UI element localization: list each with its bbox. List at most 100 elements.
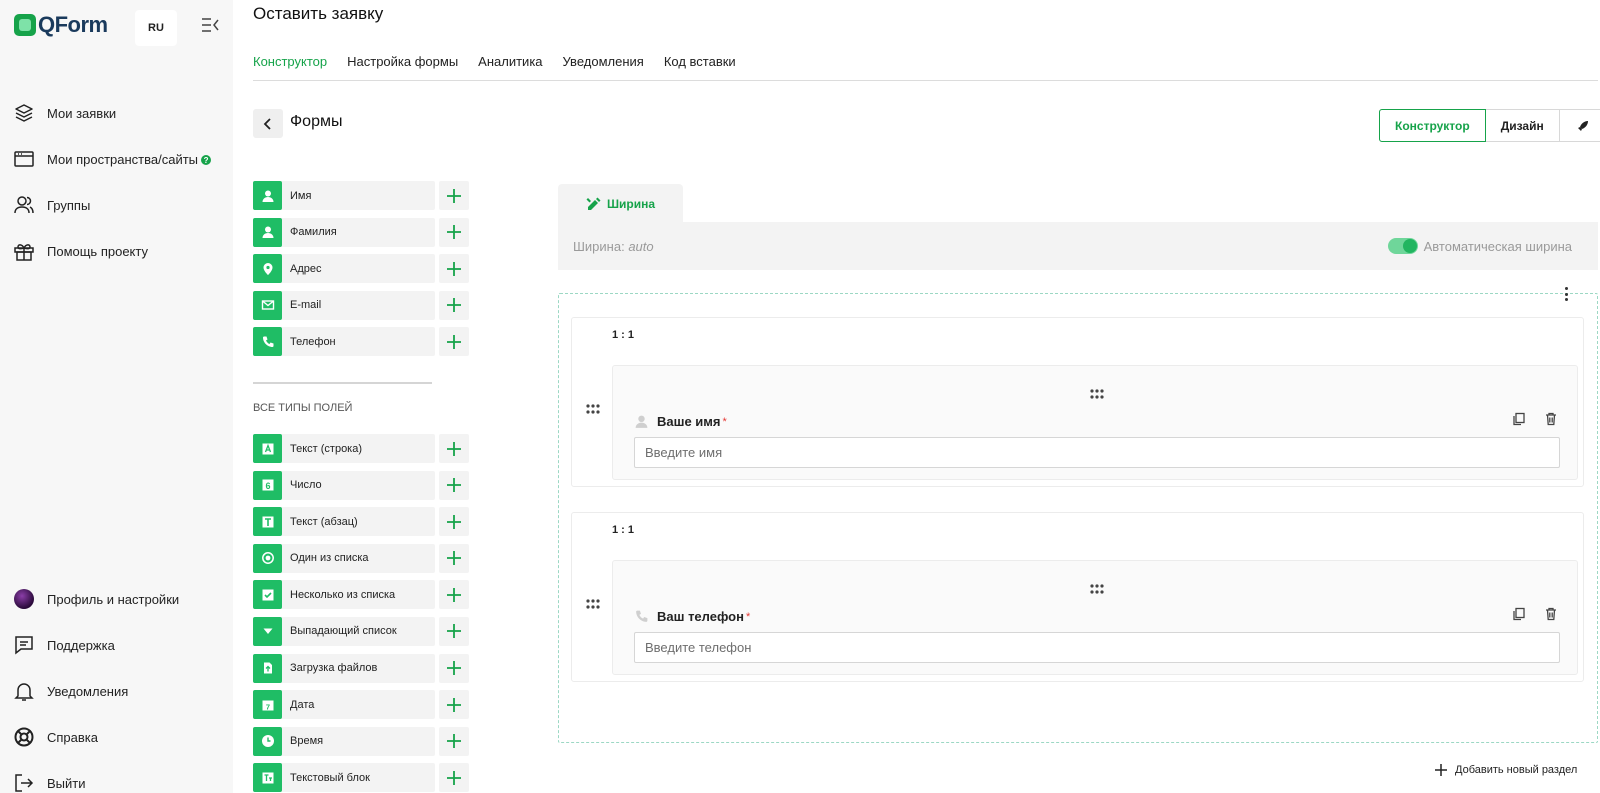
main-tabs: Конструктор Настройка формы Аналитика Ув… xyxy=(253,54,736,69)
auto-width-toggle[interactable] xyxy=(1387,238,1418,254)
palette-field-last-name[interactable]: Фамилия xyxy=(253,217,435,247)
add-section-button[interactable]: Добавить новый раздел xyxy=(1435,764,1577,776)
add-field-button[interactable] xyxy=(439,580,469,610)
trash-icon[interactable] xyxy=(1544,607,1558,621)
checkbox-icon xyxy=(253,580,282,610)
tab-analytics[interactable]: Аналитика xyxy=(478,54,542,69)
rocket-icon xyxy=(1577,120,1588,131)
width-prefix: Ширина: xyxy=(573,239,625,254)
sidebar-item-donate[interactable]: Помощь проекту xyxy=(13,228,228,274)
avatar xyxy=(14,589,34,609)
trash-icon[interactable] xyxy=(1544,412,1558,426)
collapse-sidebar-icon[interactable] xyxy=(200,15,220,35)
logo[interactable]: QForm xyxy=(14,12,108,38)
palette-field-phone[interactable]: Телефон xyxy=(253,327,435,357)
phone-input[interactable] xyxy=(634,632,1560,663)
tab-constructor[interactable]: Конструктор xyxy=(253,54,327,69)
palette-field-label: Время xyxy=(290,735,324,748)
sidebar-item-requests[interactable]: Мои заявки xyxy=(13,90,228,136)
sidebar-nav-top: Мои заявки Мои пространства/сайты? Групп… xyxy=(13,90,228,274)
field-label: Ваш телефон * xyxy=(634,609,750,624)
palette-row: E-mail xyxy=(253,290,471,320)
drag-handle-icon[interactable] xyxy=(586,401,600,419)
sidebar-item-spaces[interactable]: Мои пространства/сайты? xyxy=(13,136,228,182)
plus-icon xyxy=(447,225,461,240)
palette-field-single-choice[interactable]: Один из списка xyxy=(253,543,435,573)
palette-field-label: Телефон xyxy=(290,335,336,348)
add-field-button[interactable] xyxy=(439,470,469,500)
add-field-button[interactable] xyxy=(439,507,469,537)
number-icon: 6 xyxy=(253,470,282,500)
add-field-button[interactable] xyxy=(439,653,469,683)
drag-handle-icon[interactable] xyxy=(1090,581,1104,599)
palette-field-multiple-choice[interactable]: Несколько из списка xyxy=(253,580,435,610)
help-badge[interactable]: ? xyxy=(201,155,212,165)
field-label-text: Ваше имя xyxy=(657,414,721,429)
add-field-button[interactable] xyxy=(439,290,469,320)
tab-width[interactable]: Ширина xyxy=(558,184,683,223)
sidebar-item-profile[interactable]: Профиль и настройки xyxy=(13,576,228,622)
section-ratio[interactable]: 1 : 1 xyxy=(612,329,634,341)
palette-field-dropdown[interactable]: Выпадающий список xyxy=(253,616,435,646)
palette-field-address[interactable]: Адрес xyxy=(253,254,435,284)
copy-icon[interactable] xyxy=(1512,607,1526,621)
add-field-button[interactable] xyxy=(439,616,469,646)
name-input[interactable] xyxy=(634,437,1560,468)
tab-form-settings[interactable]: Настройка формы xyxy=(347,54,458,69)
more-options-icon[interactable] xyxy=(1561,285,1571,303)
palette-field-file-upload[interactable]: Загрузка файлов xyxy=(253,653,435,683)
palette-field-text-block[interactable]: Текстовый блок xyxy=(253,763,435,793)
width-value-label: Ширина: auto xyxy=(573,239,654,254)
add-field-button[interactable] xyxy=(439,543,469,573)
add-field-button[interactable] xyxy=(439,763,469,793)
palette-field-time[interactable]: Время xyxy=(253,726,435,756)
width-value: auto xyxy=(628,239,654,254)
tab-embed-code[interactable]: Код вставки xyxy=(664,54,736,69)
language-switch[interactable]: RU xyxy=(135,10,177,46)
palette-field-label: Один из списка xyxy=(290,552,369,565)
mode-design-button[interactable]: Дизайн xyxy=(1486,110,1560,141)
palette-field-number[interactable]: 6 Число xyxy=(253,470,435,500)
palette-row: Адрес xyxy=(253,254,471,284)
add-field-button[interactable] xyxy=(439,217,469,247)
add-field-button[interactable] xyxy=(439,327,469,357)
sidebar-item-logout[interactable]: Выйти xyxy=(13,760,228,793)
drag-handle-icon[interactable] xyxy=(1090,386,1104,404)
plus-icon xyxy=(447,441,461,456)
required-marker: * xyxy=(722,415,727,428)
tab-notifications[interactable]: Уведомления xyxy=(563,54,644,69)
palette-field-date[interactable]: 7 Дата xyxy=(253,690,435,720)
palette-field-text-paragraph[interactable]: Текст (абзац) xyxy=(253,507,435,537)
palette-field-first-name[interactable]: Имя xyxy=(253,181,435,210)
drag-handle-icon[interactable] xyxy=(586,596,600,614)
phone-icon xyxy=(253,327,282,357)
back-button[interactable] xyxy=(253,109,283,138)
copy-icon[interactable] xyxy=(1512,412,1526,426)
tabs-divider xyxy=(253,80,1598,81)
section-ratio[interactable]: 1 : 1 xyxy=(612,524,634,536)
sidebar-item-support[interactable]: Поддержка xyxy=(13,622,228,668)
sidebar-item-help[interactable]: Справка xyxy=(13,714,228,760)
palette-field-text-line[interactable]: Текст (строка) xyxy=(253,434,435,463)
page-title: Оставить заявку xyxy=(253,4,384,23)
add-field-button[interactable] xyxy=(439,181,469,210)
text-block-icon xyxy=(253,763,282,793)
svg-text:6: 6 xyxy=(265,481,270,491)
palette-field-label: Выпадающий список xyxy=(290,625,397,638)
add-field-button[interactable] xyxy=(439,434,469,463)
launch-button[interactable] xyxy=(1560,110,1600,141)
avatar-wrap xyxy=(13,588,35,610)
mode-constructor-button[interactable]: Конструктор xyxy=(1379,109,1486,142)
add-field-button[interactable] xyxy=(439,690,469,720)
palette-row: Время xyxy=(253,726,471,756)
sidebar-item-notifications[interactable]: Уведомления xyxy=(13,668,228,714)
palette-field-label: Текст (абзац) xyxy=(290,515,358,528)
palette-row: Один из списка xyxy=(253,543,471,573)
all-field-types: Текст (строка) 6 Число Текст (абзац) Один… xyxy=(253,434,471,793)
add-field-button[interactable] xyxy=(439,726,469,756)
browser-window-icon xyxy=(13,148,35,170)
add-field-button[interactable] xyxy=(439,254,469,284)
location-pin-icon xyxy=(253,254,282,284)
sidebar-item-groups[interactable]: Группы xyxy=(13,182,228,228)
palette-field-email[interactable]: E-mail xyxy=(253,290,435,320)
